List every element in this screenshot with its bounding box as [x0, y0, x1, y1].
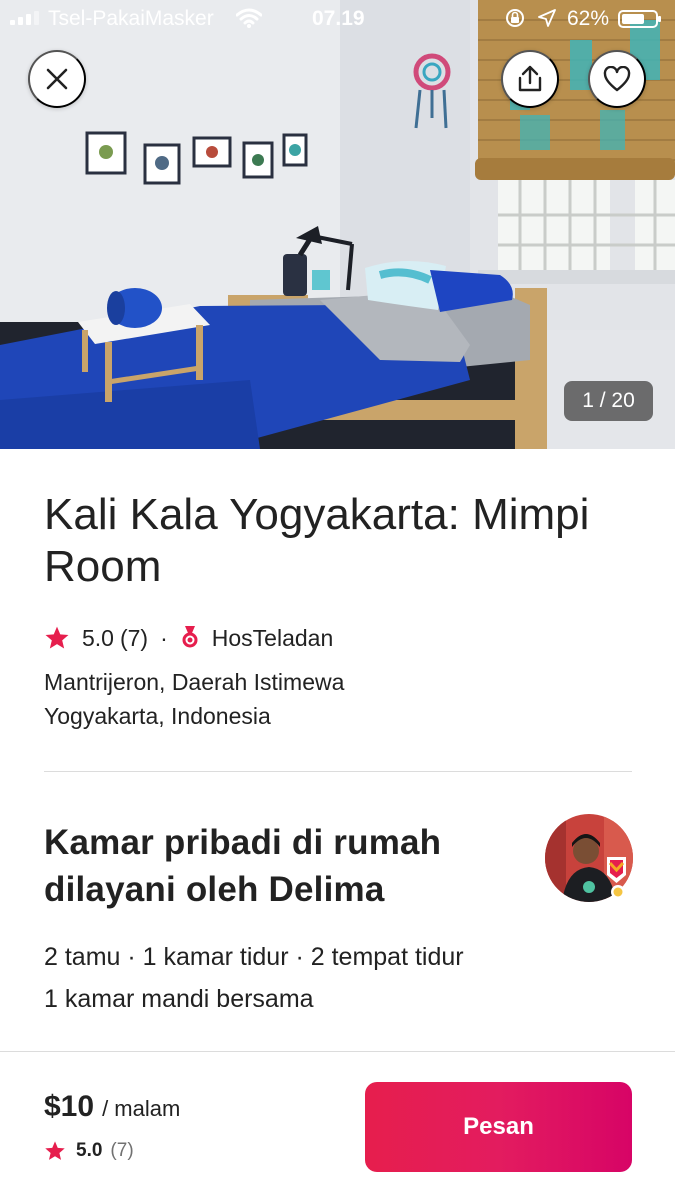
rating-score: 5.0	[82, 624, 114, 651]
star-icon	[45, 626, 69, 649]
separator-dot: ·	[160, 624, 168, 651]
price-line: $10 / malam	[44, 1090, 180, 1124]
medal-icon	[182, 626, 198, 648]
battery-percentage: 62%	[567, 7, 610, 30]
bathroom-summary: 1 kamar mandi bersama	[44, 985, 314, 1013]
clock: 07.19	[312, 7, 365, 30]
carrier-name: Tsel-PakaiMasker	[48, 7, 214, 30]
share-button[interactable]	[501, 50, 559, 108]
listing-photo[interactable]: Tsel-PakaiMasker 07.19 62% 1 / 20	[0, 0, 675, 449]
status-bar: Tsel-PakaiMasker 07.19 62%	[0, 0, 675, 38]
save-to-wishlist-button[interactable]	[588, 50, 646, 108]
location-arrow-icon	[538, 9, 556, 27]
heart-icon	[603, 66, 631, 92]
price-unit: / malam	[102, 1096, 181, 1121]
listing-location[interactable]: Mantrijeron, Daerah Istimewa Yogyakarta,…	[44, 665, 464, 733]
book-button[interactable]: Pesan	[365, 1082, 632, 1172]
share-icon	[518, 65, 542, 92]
divider	[44, 771, 632, 772]
close-button[interactable]	[28, 50, 86, 108]
room-details: 2 tamu · 1 kamar tidur · 2 tempat tidur …	[44, 936, 634, 1020]
room-type-heading: Kamar pribadi di rumah dilayani oleh Del…	[44, 823, 442, 909]
battery-icon	[618, 10, 661, 28]
close-icon	[46, 68, 68, 90]
rating-row: 5.0 (7) · HosTeladan	[44, 623, 333, 653]
listing-title: Kali Kala Yogyakarta: Mimpi Room	[44, 490, 590, 591]
nightly-price: $10	[44, 1090, 95, 1123]
capacity-summary: 2 tamu · 1 kamar tidur · 2 tempat tidur	[44, 943, 464, 971]
lock-rotation-icon	[506, 9, 524, 27]
booking-rating-score: 5.0	[76, 1140, 103, 1161]
booking-rating: 5.0 (7)	[44, 1140, 134, 1162]
superhost-badge: HosTeladan	[211, 624, 334, 651]
wifi-icon	[236, 8, 262, 28]
host-avatar[interactable]	[544, 813, 634, 903]
booking-review-count[interactable]: (7)	[110, 1140, 133, 1162]
review-count[interactable]: (7)	[120, 625, 148, 652]
star-icon	[45, 1141, 65, 1160]
photo-counter: 1 / 20	[564, 381, 653, 421]
signal-icon	[10, 11, 39, 25]
booking-bar: $10 / malam 5.0 (7) Pesan	[0, 1051, 675, 1200]
